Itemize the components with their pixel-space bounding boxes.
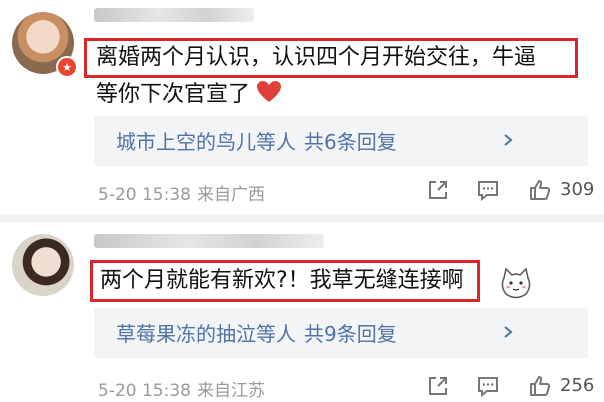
cat-sticker-icon xyxy=(501,267,531,299)
thumbs-up-icon[interactable] xyxy=(528,374,552,398)
comment-icon[interactable] xyxy=(476,178,500,202)
comment-meta: 5-20 15:38 来自江苏 xyxy=(98,376,271,401)
username-blurred[interactable] xyxy=(94,234,324,248)
like-count: 256 xyxy=(560,375,595,396)
verified-badge-icon: ★ xyxy=(56,56,78,78)
divider xyxy=(0,214,604,222)
heart-emoji-icon xyxy=(257,81,282,102)
chevron-right-icon xyxy=(504,326,513,338)
reply-count: 共6条回复 xyxy=(304,130,397,154)
comment-text-line2: 等你下次官宣了 xyxy=(96,80,282,110)
chevron-right-icon xyxy=(504,134,513,146)
reply-names: 草莓果冻的抽泣等人 xyxy=(116,322,296,346)
comment-actions: 256 xyxy=(424,372,600,402)
username-blurred[interactable] xyxy=(94,8,254,22)
like-count: 309 xyxy=(560,179,595,200)
share-icon[interactable] xyxy=(426,374,450,398)
comment-1: ★ 离婚两个月认识，认识四个月开始交往，牛逼 等你下次官宣了 城市上空的鸟儿等人… xyxy=(0,0,604,214)
reply-count: 共9条回复 xyxy=(304,322,397,346)
share-icon[interactable] xyxy=(426,178,450,202)
comment-location: 来自江苏 xyxy=(196,381,265,401)
replies-box[interactable]: 草莓果冻的抽泣等人 共9条回复 xyxy=(94,308,588,358)
comment-text: 离婚两个月认识，认识四个月开始交往，牛逼 xyxy=(96,45,537,70)
comment-actions: 309 xyxy=(424,176,600,206)
thumbs-up-icon[interactable] xyxy=(528,178,552,202)
comment-date: 5-20 15:38 xyxy=(98,381,191,401)
comment-meta: 5-20 15:38 来自广西 xyxy=(98,180,271,205)
avatar[interactable] xyxy=(12,234,74,296)
reply-names: 城市上空的鸟儿等人 xyxy=(116,130,296,154)
comment-icon[interactable] xyxy=(476,374,500,398)
comment-2: 两个月就能有新欢?！我草无缝连接啊 草莓果冻的抽泣等人 共9条回复 5-20 15… xyxy=(0,224,604,402)
comment-text: 两个月就能有新欢?！我草无缝连接啊 xyxy=(100,268,464,293)
replies-box[interactable]: 城市上空的鸟儿等人 共6条回复 xyxy=(94,116,588,166)
comment-date: 5-20 15:38 xyxy=(98,185,191,205)
comment-location: 来自广西 xyxy=(196,185,265,205)
